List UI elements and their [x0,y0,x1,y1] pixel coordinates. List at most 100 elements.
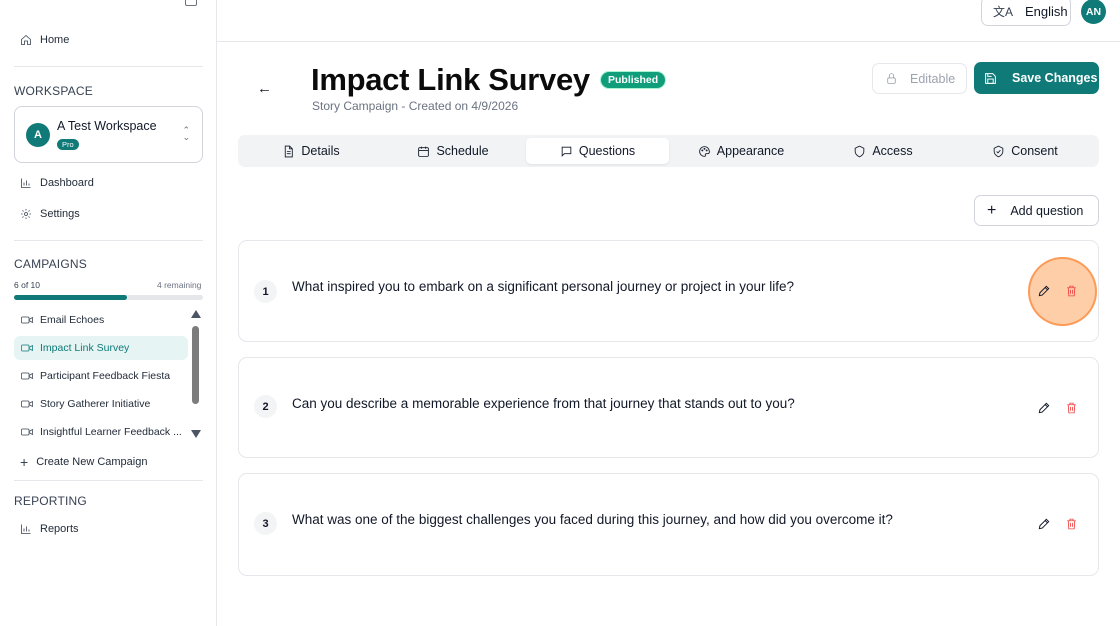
editable-label: Editable [910,71,956,86]
workspace-section-label: WORKSPACE [14,84,93,98]
tab-label: Appearance [716,144,785,158]
tab-label: Questions [578,144,636,158]
add-question-button[interactable]: + Add question [974,195,1099,226]
tab-appearance[interactable]: Appearance [671,138,811,164]
lock-icon [887,73,896,84]
workspace-name: A Test Workspace [57,119,157,133]
tab-details[interactable]: Details [241,138,381,164]
campaign-list-scrollbar[interactable] [190,310,201,440]
language-label: English [1025,3,1068,19]
tab-questions[interactable]: Questions [526,138,669,164]
video-icon [21,400,33,408]
sidebar-item-campaign[interactable]: Email Echoes [14,308,188,332]
sidebar-item-label: Reports [40,523,79,535]
palette-icon [699,145,710,157]
back-arrow-icon[interactable]: ← [257,80,272,97]
gear-icon [21,209,31,219]
tab-access[interactable]: Access [813,138,953,164]
campaign-quota-bar [14,295,203,300]
editable-button[interactable]: Editable [872,63,967,94]
sidebar-item-label: Story Gatherer Initiative [40,398,151,410]
translate-icon: 文A [993,4,1014,19]
campaign-quota-fill [14,295,128,300]
language-selector[interactable]: 文A English [981,0,1071,26]
delete-question-button[interactable] [1065,517,1078,531]
document-icon [285,145,294,157]
campaign-quota-used: 6 of 10 [14,280,40,290]
question-number: 2 [254,395,277,418]
trash-icon [1067,285,1076,297]
sidebar-item-label: Settings [40,208,80,220]
workspace-avatar: A [26,123,50,147]
sidebar-item-label: Home [40,34,70,46]
sidebar-item-campaign[interactable]: Impact Link Survey [14,336,188,360]
collapse-sidebar-icon[interactable] [185,0,197,6]
sidebar: Home WORKSPACE A A Test Workspace Pro ⌃ ⌄… [0,0,217,626]
trash-icon [1067,402,1076,414]
save-changes-label: Save Changes [1012,71,1098,85]
pencil-icon [1038,518,1050,530]
tab-label: Consent [1011,144,1058,158]
bar-chart-icon [21,178,31,188]
campaign-quota-remaining: 4 remaining [157,280,202,290]
campaigns-section-label: CAMPAIGNS [14,257,87,271]
scroll-up-arrow[interactable] [191,310,201,318]
video-icon [21,316,33,324]
edit-question-button[interactable] [1037,284,1051,298]
sidebar-divider [14,240,203,241]
edit-question-button[interactable] [1037,401,1051,415]
tab-label: Access [872,144,913,158]
sidebar-divider [14,480,203,481]
question-text: Can you describe a memorable experience … [292,396,795,411]
tab-label: Details [301,144,340,158]
edit-question-button[interactable] [1037,517,1051,531]
question-card: 3 What was one of the biggest challenges… [238,473,1099,576]
sidebar-item-home[interactable]: Home [20,34,69,46]
home-icon [21,34,31,45]
question-text: What inspired you to embark on a signifi… [292,279,795,294]
page-subtitle: Story Campaign - Created on 4/9/2026 [312,99,519,113]
create-campaign-button[interactable]: + Create New Campaign [20,454,147,470]
tab-label: Schedule [436,144,489,158]
sidebar-item-settings[interactable]: Settings [20,208,80,220]
sidebar-item-campaign[interactable]: Insightful Learner Feedback ... [14,420,188,444]
plus-icon: + [987,201,997,219]
pencil-icon [1038,285,1050,297]
tab-bar: Details Schedule Questions Appearance Ac… [238,135,1099,167]
add-question-label: Add question [1010,203,1084,218]
video-icon [21,428,33,436]
scroll-down-arrow[interactable] [191,430,201,438]
top-bar: 文A English AN [217,0,1120,42]
save-icon [985,72,996,84]
shield-check-icon [993,145,1004,157]
sidebar-item-label: Participant Feedback Fiesta [40,370,171,382]
plus-icon: + [20,454,29,470]
sidebar-item-campaign[interactable]: Story Gatherer Initiative [14,392,188,416]
trash-icon [1067,518,1076,530]
user-avatar[interactable]: AN [1081,0,1106,24]
tab-schedule[interactable]: Schedule [383,138,523,164]
create-campaign-label: Create New Campaign [36,456,148,468]
scroll-thumb[interactable] [192,326,199,404]
message-icon [561,146,572,157]
question-card: 2 Can you describe a memorable experienc… [238,357,1099,458]
sidebar-item-reports[interactable]: Reports [20,523,79,535]
shield-icon [855,145,865,157]
tab-consent[interactable]: Consent [955,138,1095,164]
status-badge: Published [600,71,667,89]
bar-chart-icon [21,524,31,534]
pencil-icon [1038,402,1050,414]
sidebar-item-campaign[interactable]: Participant Feedback Fiesta [14,364,188,388]
sidebar-item-label: Insightful Learner Feedback ... [40,426,182,438]
question-card: 1 What inspired you to embark on a signi… [238,240,1099,342]
sidebar-item-label: Dashboard [40,177,94,189]
video-icon [21,372,33,380]
sidebar-item-dashboard[interactable]: Dashboard [20,177,94,189]
question-number: 1 [254,280,277,303]
calendar-icon [418,146,430,157]
delete-question-button[interactable] [1065,401,1078,415]
workspace-switcher[interactable]: A A Test Workspace Pro ⌃ ⌄ [14,106,203,163]
delete-question-button[interactable] [1065,284,1078,298]
save-changes-button[interactable]: Save Changes [974,62,1099,94]
question-text: What was one of the biggest challenges y… [292,512,893,527]
